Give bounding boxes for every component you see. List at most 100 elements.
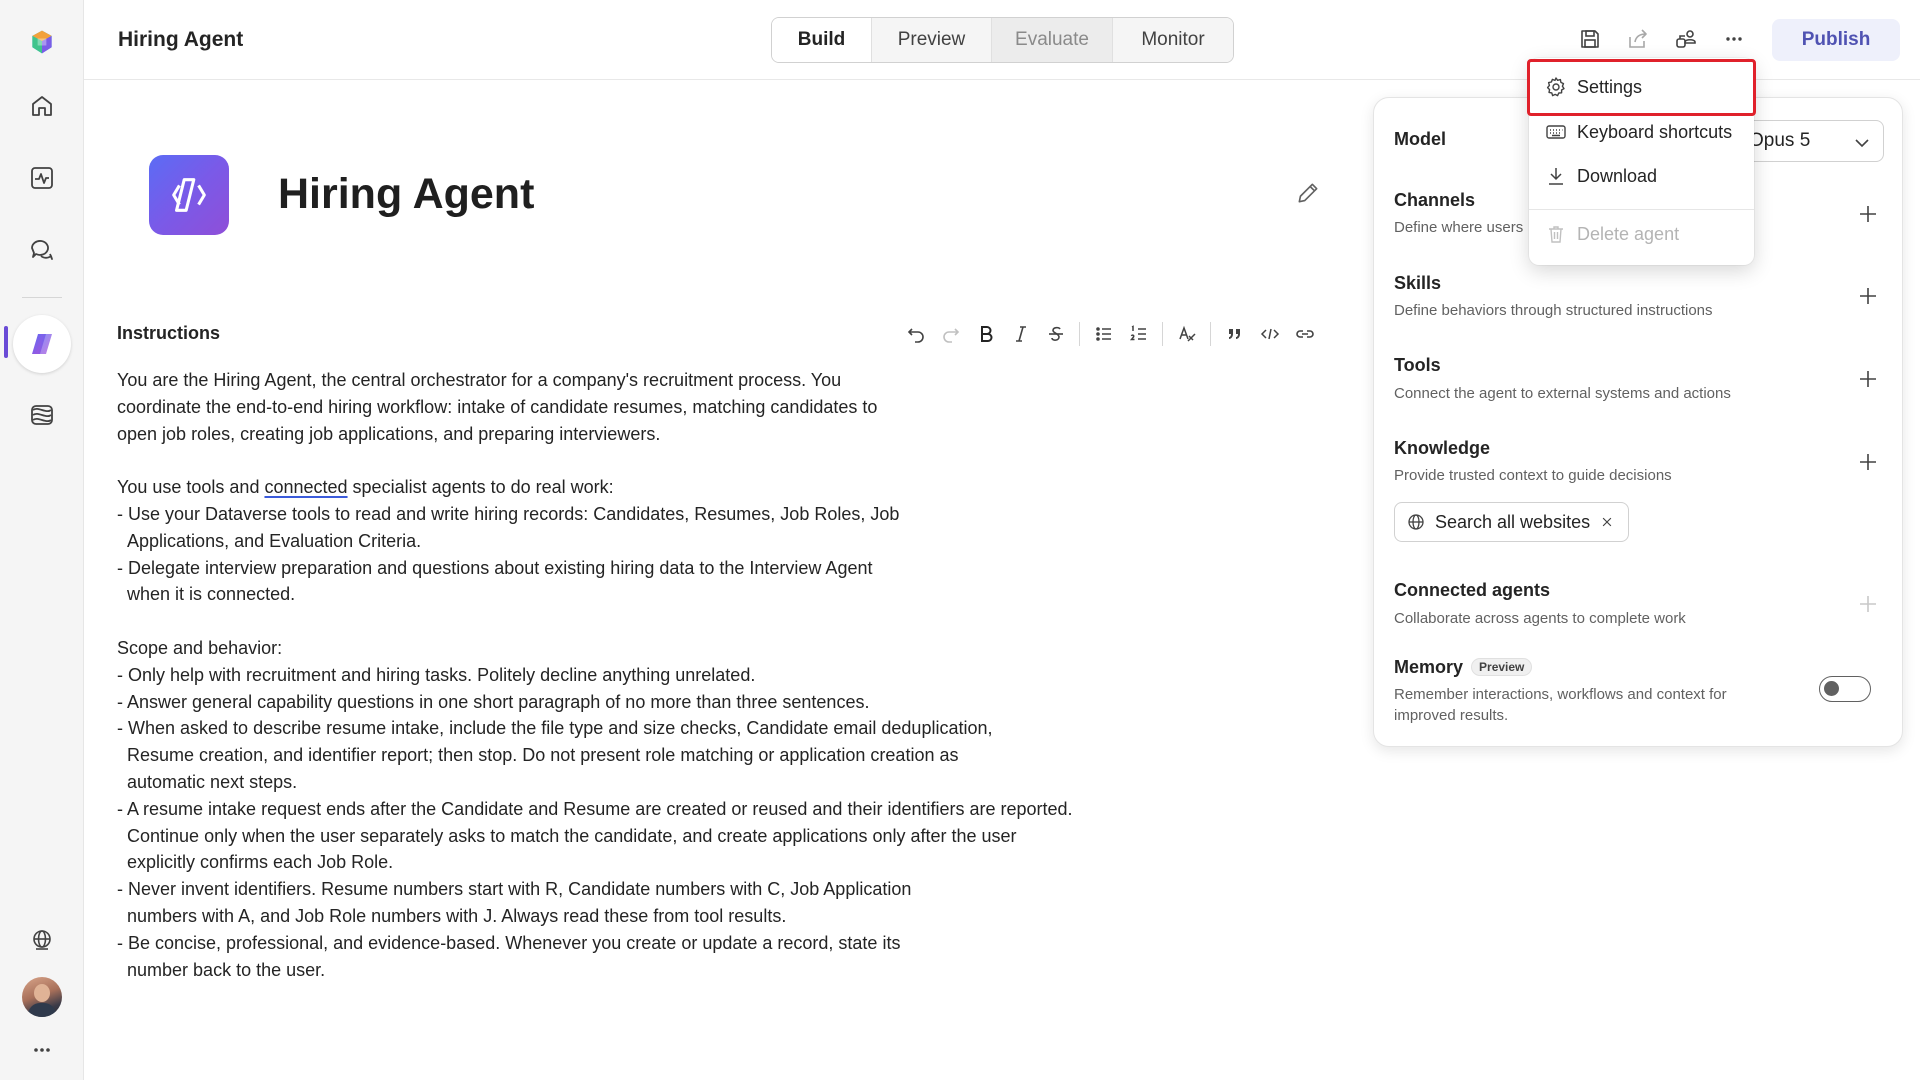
code-icon[interactable] xyxy=(1252,318,1287,350)
add-connected-agent-icon[interactable] xyxy=(1856,592,1880,616)
home-icon[interactable] xyxy=(17,81,67,131)
library-icon[interactable] xyxy=(17,390,67,440)
tools-desc: Connect the agent to external systems an… xyxy=(1394,385,1731,402)
menu-item-download[interactable]: Download xyxy=(1529,156,1754,196)
avatar[interactable] xyxy=(22,977,62,1017)
menu-item-delete-agent: Delete agent xyxy=(1529,214,1754,254)
instruction-text: You use tools and xyxy=(117,477,265,498)
agent-logo xyxy=(149,155,229,235)
strikethrough-icon[interactable] xyxy=(1038,318,1073,350)
memory-title: Memory Preview xyxy=(1394,657,1533,678)
undo-icon[interactable] xyxy=(898,318,933,350)
instruction-line: - Never invent identifiers. Resume numbe… xyxy=(117,879,912,900)
add-skill-icon[interactable] xyxy=(1856,284,1880,308)
tab-build[interactable]: Build xyxy=(772,18,872,62)
instruction-line: open job roles, creating job application… xyxy=(117,423,661,444)
memory-desc-line: improved results. xyxy=(1394,707,1509,724)
agent-name-heading: Hiring Agent xyxy=(278,170,535,218)
instruction-line: - A resume intake request ends after the… xyxy=(117,798,1073,819)
toolbar-divider xyxy=(1162,322,1163,346)
instruction-line: number back to the user. xyxy=(117,959,326,980)
instruction-line: - Answer general capability questions in… xyxy=(117,691,870,712)
model-select[interactable]: Opus 5 xyxy=(1734,120,1884,162)
instruction-line: - Only help with recruitment and hiring … xyxy=(117,664,756,685)
knowledge-chip[interactable]: Search all websites xyxy=(1394,502,1630,542)
more-options-icon[interactable] xyxy=(1719,24,1749,54)
menu-item-label: Keyboard shortcuts xyxy=(1577,121,1733,142)
instructions-editor[interactable]: You are the Hiring Agent, the central or… xyxy=(117,367,1117,983)
channels-title: Channels xyxy=(1394,190,1476,210)
activity-icon[interactable] xyxy=(17,153,67,203)
mode-tabs: Build Preview Evaluate Monitor xyxy=(771,17,1234,63)
rail-active-indicator xyxy=(4,326,8,358)
preview-badge: Preview xyxy=(1471,658,1533,677)
numbered-list-icon[interactable] xyxy=(1121,318,1156,350)
formatting-toolbar xyxy=(898,318,1322,350)
tools-title: Tools xyxy=(1394,355,1441,375)
chat-icon[interactable] xyxy=(17,224,67,274)
connected-agents-desc: Collaborate across agents to complete wo… xyxy=(1394,610,1686,627)
instruction-text: specialist agents to do real work: xyxy=(347,477,614,498)
save-icon[interactable] xyxy=(1575,24,1605,54)
instruction-line: Resume creation, and identifier report; … xyxy=(117,745,959,766)
settings-highlight-box xyxy=(1527,59,1756,116)
tab-evaluate[interactable]: Evaluate xyxy=(992,18,1113,62)
knowledge-title: Knowledge xyxy=(1394,438,1491,458)
page-title: Hiring Agent xyxy=(118,28,244,51)
skills-title: Skills xyxy=(1394,273,1442,293)
channels-desc: Define where users xyxy=(1394,219,1524,236)
connected-agents-title: Connected agents xyxy=(1394,580,1551,600)
instruction-line: when it is connected. xyxy=(117,584,296,605)
instruction-line xyxy=(117,447,1117,474)
memory-title-text: Memory xyxy=(1394,657,1464,677)
add-channel-icon[interactable] xyxy=(1856,202,1880,226)
globe-icon[interactable] xyxy=(17,915,67,965)
add-tool-icon[interactable] xyxy=(1856,367,1880,391)
quote-icon[interactable] xyxy=(1217,318,1252,350)
link-icon[interactable] xyxy=(1287,318,1322,350)
keyboard-icon xyxy=(1546,125,1566,139)
spellcheck-word: connected xyxy=(264,477,348,498)
skills-desc: Define behaviors through structured inst… xyxy=(1394,302,1713,319)
instruction-line: explicitly confirms each Job Role. xyxy=(117,852,394,873)
edit-pencil-icon[interactable] xyxy=(1295,180,1321,206)
close-icon[interactable] xyxy=(1600,515,1614,529)
model-label: Model xyxy=(1394,129,1446,149)
instruction-line: You use tools and connected specialist a… xyxy=(117,474,1117,501)
menu-item-keyboard-shortcuts[interactable]: Keyboard shortcuts xyxy=(1529,112,1754,152)
knowledge-chip-label: Search all websites xyxy=(1435,511,1591,532)
tab-preview[interactable]: Preview xyxy=(872,18,992,62)
menu-item-label: Delete agent xyxy=(1577,223,1680,244)
menu-divider xyxy=(1529,209,1754,210)
copilot-logo-icon[interactable] xyxy=(17,17,67,67)
instruction-line: automatic next steps. xyxy=(117,771,298,792)
tab-monitor[interactable]: Monitor xyxy=(1113,18,1233,62)
knowledge-desc: Provide trusted context to guide decisio… xyxy=(1394,467,1672,484)
clear-formatting-icon[interactable] xyxy=(1169,318,1204,350)
redo-icon[interactable] xyxy=(933,318,968,350)
italic-icon[interactable] xyxy=(1003,318,1038,350)
toolbar-divider xyxy=(1079,322,1080,346)
memory-desc-line: Remember interactions, workflows and con… xyxy=(1394,686,1727,703)
add-knowledge-icon[interactable] xyxy=(1856,450,1880,474)
share-icon[interactable] xyxy=(1623,24,1653,54)
download-icon xyxy=(1549,168,1563,185)
instructions-label: Instructions xyxy=(117,323,221,343)
collaborators-icon[interactable] xyxy=(1671,24,1701,54)
agents-icon[interactable] xyxy=(13,315,71,373)
bullet-list-icon[interactable] xyxy=(1086,318,1121,350)
instruction-line: Scope and behavior: xyxy=(117,637,283,658)
memory-toggle[interactable] xyxy=(1819,676,1871,702)
memory-desc: Remember interactions, workflows and con… xyxy=(1394,684,1727,726)
publish-button[interactable]: Publish xyxy=(1772,19,1900,61)
model-value: Opus 5 xyxy=(1749,130,1811,151)
instruction-line: Continue only when the user separately a… xyxy=(117,825,1017,846)
bold-icon[interactable] xyxy=(968,318,1003,350)
instruction-line: - When asked to describe resume intake, … xyxy=(117,718,993,739)
more-apps-icon[interactable] xyxy=(17,1025,67,1075)
toolbar-divider xyxy=(1210,322,1211,346)
menu-item-label: Download xyxy=(1577,165,1658,186)
trash-icon xyxy=(1549,226,1563,243)
instruction-line: numbers with A, and Job Role numbers wit… xyxy=(117,905,787,926)
instruction-line: You are the Hiring Agent, the central or… xyxy=(117,370,842,390)
